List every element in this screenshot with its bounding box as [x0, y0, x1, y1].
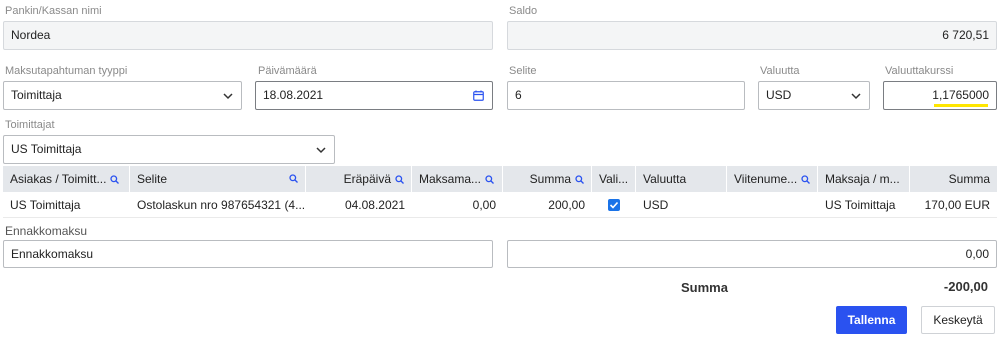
cell-amount: 200,00: [548, 198, 585, 212]
cell-paid: 0,00: [472, 198, 496, 212]
cell-description: Ostolaskun nro 987654321 (4....: [137, 198, 306, 212]
cell-total: 170,00 EUR: [924, 198, 990, 212]
suppliers-label: Toimittajat: [5, 119, 55, 131]
balance-field: 6 720,51: [507, 21, 997, 50]
cell-customer: US Toimittaja: [10, 198, 81, 212]
advance-label: Ennakkomaksu: [5, 224, 88, 238]
search-icon[interactable]: [395, 175, 404, 185]
checkmark-icon: [609, 201, 619, 209]
column-header-payer[interactable]: Maksaja / m...: [818, 166, 910, 192]
column-header-reference[interactable]: Viitenume...: [727, 166, 818, 192]
bank-label: Pankin/Kassan nimi: [5, 5, 102, 17]
description-input[interactable]: 6: [507, 81, 745, 110]
currency-select[interactable]: USD: [758, 81, 870, 110]
cell-currency: USD: [643, 198, 669, 212]
cancel-button[interactable]: Keskeytä: [921, 306, 995, 334]
cell-reference: [727, 192, 818, 218]
total-value: -200,00: [943, 279, 988, 294]
save-button[interactable]: Tallenna: [836, 306, 907, 334]
chevron-down-icon: [851, 93, 861, 100]
column-header-amount[interactable]: Summa: [503, 166, 592, 192]
payment-type-label: Maksutapahtuman tyyppi: [5, 65, 128, 77]
advance-name-field[interactable]: Ennakkomaksu: [3, 240, 493, 268]
advance-amount-field[interactable]: 0,00: [507, 240, 997, 268]
search-icon[interactable]: [289, 174, 298, 183]
table-row[interactable]: US Toimittaja Ostolaskun nro 987654321 (…: [3, 192, 997, 218]
suppliers-select[interactable]: US Toimittaja: [3, 135, 335, 164]
column-header-customer[interactable]: Asiakas / Toimitt...: [3, 166, 130, 192]
search-icon[interactable]: [110, 175, 120, 185]
column-header-due-date[interactable]: Eräpäivä: [306, 166, 412, 192]
column-header-description[interactable]: Selite: [130, 166, 306, 192]
calendar-icon[interactable]: [473, 90, 484, 101]
currency-label: Valuutta: [760, 65, 800, 77]
payment-type-value: Toimittaja: [11, 88, 62, 102]
column-header-select[interactable]: Vali...: [592, 166, 636, 192]
chevron-down-icon: [316, 147, 326, 154]
chevron-down-icon: [223, 93, 233, 100]
search-icon[interactable]: [485, 175, 494, 185]
description-label: Selite: [509, 65, 537, 77]
cell-payer: US Toimittaja: [825, 198, 896, 212]
bank-field: Nordea: [3, 21, 493, 50]
row-select-checkbox[interactable]: [608, 199, 620, 211]
exchange-rate-label: Valuuttakurssi: [885, 65, 954, 77]
table-header: Asiakas / Toimitt... Selite Eräpäivä Mak…: [3, 166, 997, 192]
column-header-paid[interactable]: Maksama...: [412, 166, 503, 192]
total-label: Summa: [681, 280, 728, 295]
exchange-rate-highlight: [934, 104, 988, 107]
date-value: 18.08.2021: [263, 88, 324, 102]
search-icon[interactable]: [575, 175, 584, 185]
search-icon[interactable]: [801, 175, 811, 185]
currency-value: USD: [766, 88, 792, 102]
payment-type-select[interactable]: Toimittaja: [3, 81, 242, 110]
date-label: Päivämäärä: [258, 65, 317, 77]
suppliers-value: US Toimittaja: [11, 142, 82, 156]
column-header-currency[interactable]: Valuutta: [636, 166, 727, 192]
column-header-total[interactable]: Summa: [910, 166, 997, 192]
date-input[interactable]: 18.08.2021: [255, 81, 493, 110]
cell-due-date: 04.08.2021: [344, 198, 405, 212]
balance-label: Saldo: [509, 5, 538, 17]
